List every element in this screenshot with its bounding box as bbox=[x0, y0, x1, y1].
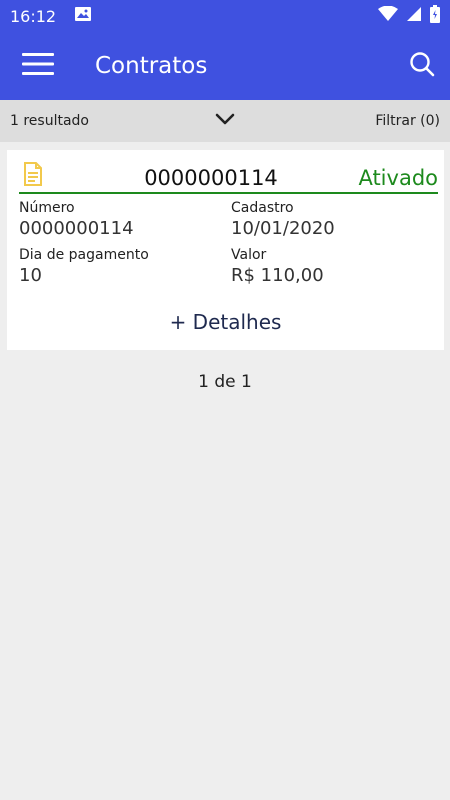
wifi-icon bbox=[378, 5, 398, 27]
image-icon bbox=[74, 5, 92, 28]
app-bar: Contratos bbox=[0, 32, 450, 100]
cadastro-value: 10/01/2020 bbox=[231, 218, 335, 239]
field-numero: Número 0000000114 bbox=[19, 200, 134, 239]
search-button[interactable] bbox=[394, 32, 450, 100]
menu-button[interactable] bbox=[0, 32, 76, 100]
filter-button[interactable]: Filtrar (0) bbox=[375, 113, 440, 129]
field-cadastro: Cadastro 10/01/2020 bbox=[231, 200, 335, 239]
status-bar: 16:12 bbox=[0, 0, 450, 32]
numero-label: Número bbox=[19, 200, 75, 216]
dia-label: Dia de pagamento bbox=[19, 247, 149, 263]
field-dia-pagamento: Dia de pagamento 10 bbox=[19, 247, 149, 286]
contract-number: 0000000114 bbox=[144, 166, 278, 190]
hamburger-icon bbox=[22, 52, 54, 81]
card-header: 0000000114 Ativado bbox=[19, 162, 438, 194]
numero-value: 0000000114 bbox=[19, 218, 134, 239]
search-icon bbox=[409, 51, 435, 82]
signal-icon bbox=[406, 6, 422, 27]
status-badge: Ativado bbox=[358, 166, 438, 190]
valor-label: Valor bbox=[231, 247, 267, 263]
field-valor: Valor R$ 110,00 bbox=[231, 247, 324, 286]
pagination: 1 de 1 bbox=[198, 372, 252, 392]
status-time: 16:12 bbox=[10, 6, 57, 26]
result-count: 1 resultado bbox=[10, 113, 89, 129]
battery-icon bbox=[430, 4, 440, 28]
filter-bar: 1 resultado Filtrar (0) bbox=[0, 100, 450, 142]
contract-card[interactable]: 0000000114 Ativado Número 0000000114 Cad… bbox=[7, 150, 444, 350]
cadastro-label: Cadastro bbox=[231, 200, 294, 216]
valor-value: R$ 110,00 bbox=[231, 265, 324, 286]
details-button[interactable]: + Detalhes bbox=[7, 310, 444, 334]
expand-button[interactable] bbox=[212, 108, 238, 134]
page-title: Contratos bbox=[95, 53, 208, 79]
dia-value: 10 bbox=[19, 265, 42, 286]
chevron-down-icon bbox=[215, 113, 235, 129]
